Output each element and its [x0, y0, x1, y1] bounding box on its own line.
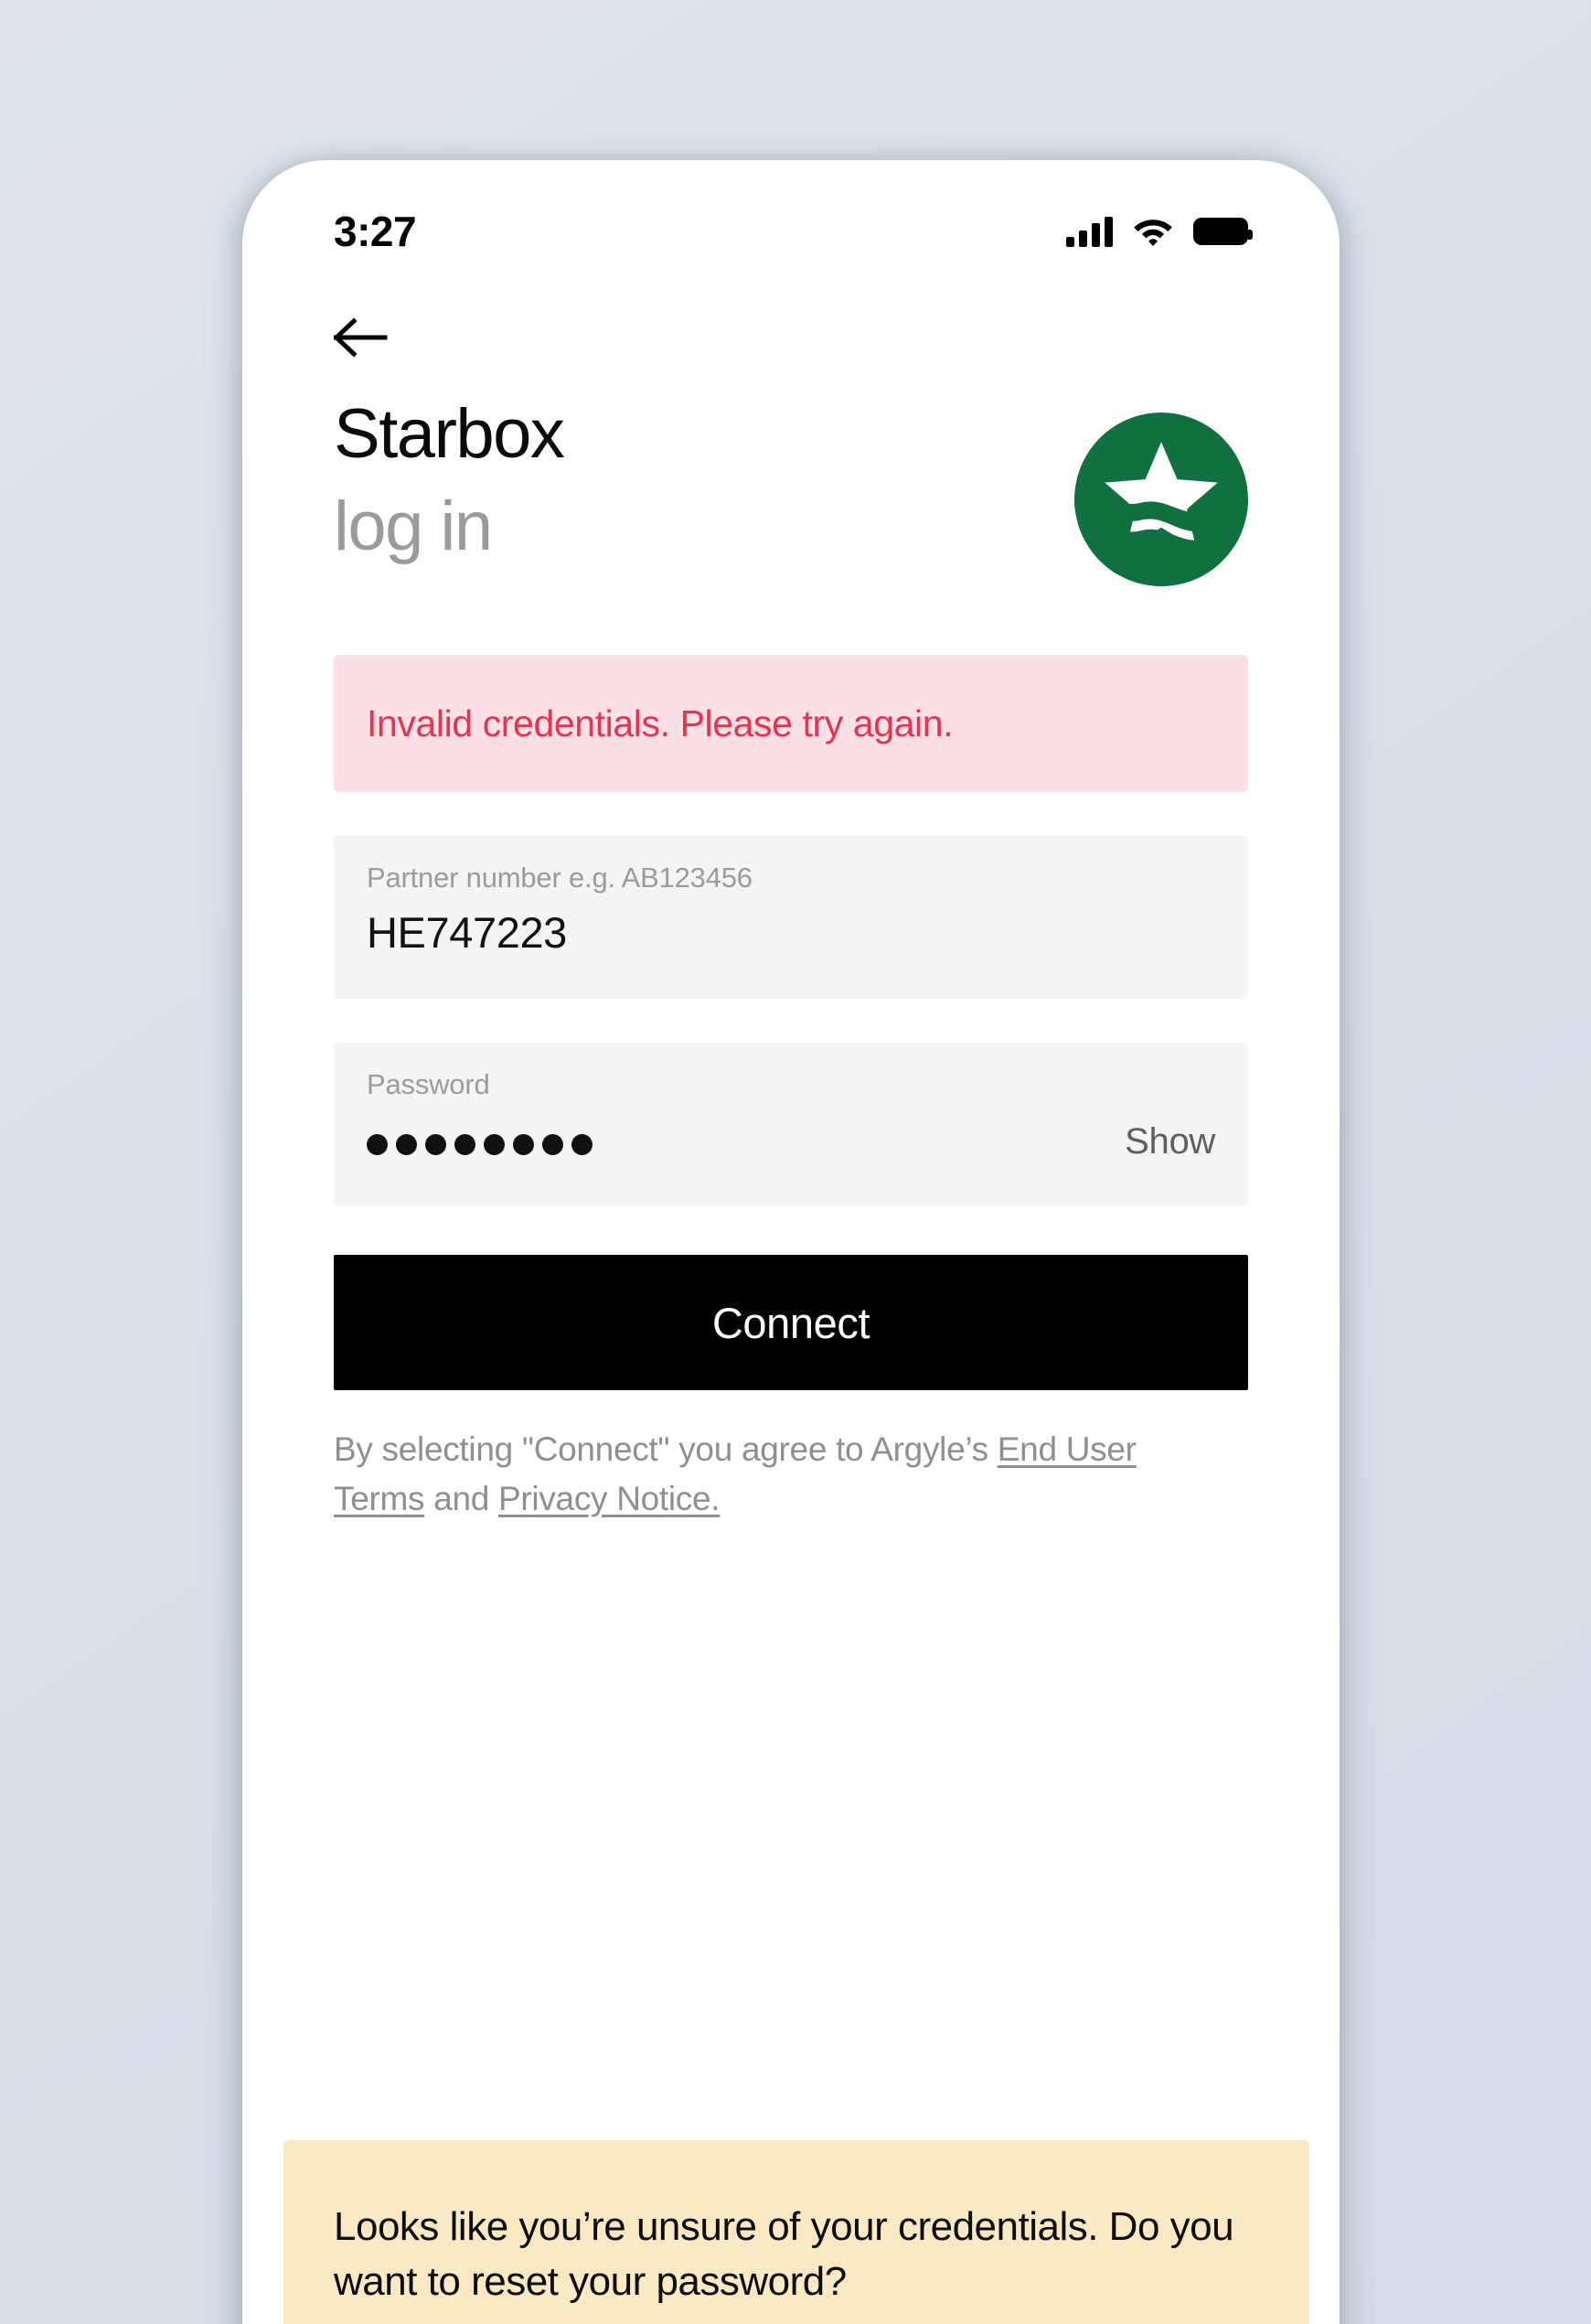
- password-label: Password: [367, 1068, 490, 1100]
- header-titles: Starbox log in: [334, 395, 565, 565]
- wifi-icon: [1133, 216, 1173, 247]
- page-subtitle: log in: [334, 487, 493, 565]
- starbox-logo-icon: [1074, 396, 1248, 591]
- status-bar-icons: [1066, 201, 1253, 247]
- error-banner: Invalid credentials. Please try again.: [334, 655, 1248, 792]
- page-header: Starbox log in: [334, 396, 1248, 591]
- reset-panel-message: Looks like you’re unsure of your credent…: [334, 2204, 1234, 2305]
- connect-button[interactable]: Connect: [334, 1255, 1248, 1390]
- back-button[interactable]: [334, 312, 394, 363]
- password-input[interactable]: [367, 1123, 1215, 1165]
- password-field[interactable]: Password Show: [334, 1043, 1248, 1205]
- back-arrow-icon: [334, 317, 388, 358]
- reset-password-panel: Looks like you’re unsure of your credent…: [283, 2140, 1309, 2324]
- login-screen: Starbox log in Invalid credentials. Plea…: [242, 288, 1340, 1523]
- screenshot-canvas: 3:27 Starbox log in Invalid credentials.…: [0, 0, 1591, 2324]
- show-password-button[interactable]: Show: [1125, 1121, 1215, 1162]
- partner-number-input[interactable]: HE747223: [367, 907, 1215, 958]
- page-title: Starbox: [334, 395, 565, 473]
- phone-frame: 3:27 Starbox log in Invalid credentials.…: [242, 160, 1340, 2324]
- privacy-notice-link[interactable]: Privacy Notice.: [498, 1480, 721, 1517]
- cellular-signal-icon: [1066, 216, 1113, 247]
- status-bar: 3:27: [242, 160, 1340, 288]
- terms-prefix: By selecting "Connect" you agree to Argy…: [334, 1430, 998, 1468]
- battery-full-icon: [1193, 218, 1253, 245]
- partner-number-field[interactable]: Partner number e.g. AB123456 HE747223: [334, 836, 1248, 999]
- terms-middle: and: [424, 1479, 499, 1517]
- terms-text: By selecting "Connect" you agree to Argy…: [334, 1425, 1175, 1523]
- partner-number-label: Partner number e.g. AB123456: [367, 862, 753, 894]
- error-message: Invalid credentials. Please try again.: [367, 701, 954, 744]
- status-bar-clock: 3:27: [334, 208, 417, 255]
